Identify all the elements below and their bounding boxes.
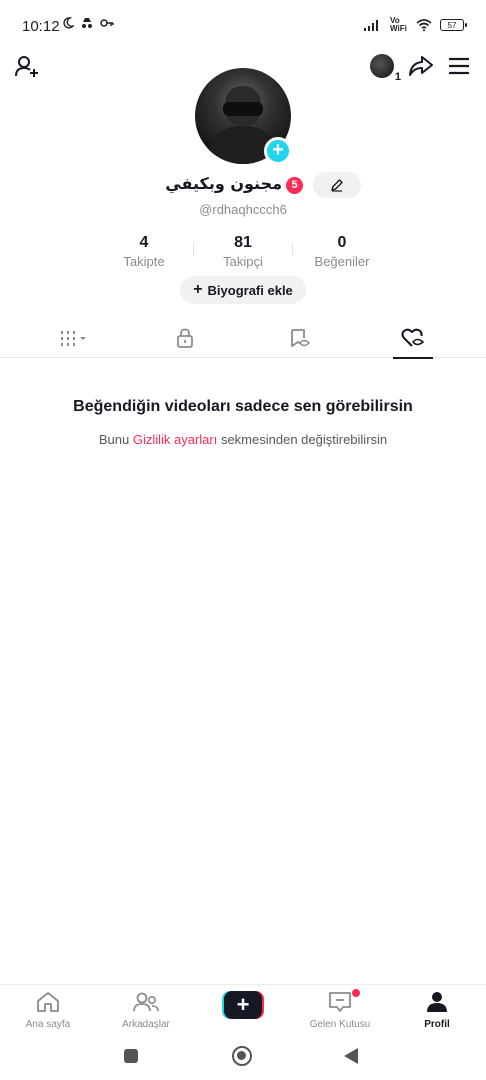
tab-liked[interactable] — [373, 318, 453, 359]
empty-sub-prefix: Bunu — [98, 432, 133, 447]
battery-icon: 57 — [440, 19, 467, 31]
empty-state-subtitle: Bunu Gizlilik ayarları sekmesinden değiş… — [0, 432, 486, 447]
stat-following-label: Takipte — [123, 254, 165, 269]
status-right-icons: Vo WiFi 57 — [364, 16, 467, 33]
add-bio-button[interactable]: + Biyografi ekle — [180, 276, 306, 304]
recents-button[interactable] — [124, 1049, 138, 1063]
create-icon: + — [224, 991, 262, 1019]
nav-profile-label: Profil — [424, 1019, 450, 1030]
vowifi-label: Vo WiFi — [390, 16, 407, 33]
empty-sub-suffix: sekmesinden değiştirebilirsin — [217, 432, 388, 447]
inbox-icon — [329, 992, 351, 1012]
back-button[interactable] — [344, 1048, 358, 1064]
nav-profile[interactable]: Profil — [389, 991, 485, 1030]
battery-level: 57 — [447, 20, 457, 30]
edit-profile-button[interactable] — [313, 172, 361, 198]
status-time: 10:12 — [22, 18, 60, 35]
bookmark-eye-icon — [291, 329, 311, 347]
stat-likes-value: 0 — [337, 234, 347, 251]
nav-inbox[interactable]: Gelen Kutusu — [292, 991, 388, 1030]
system-nav — [0, 1040, 486, 1080]
add-friend-button[interactable] — [14, 54, 40, 85]
grid-filter-icon — [61, 331, 86, 346]
signal-icon — [364, 20, 378, 31]
stat-following-value: 4 — [139, 234, 149, 251]
stat-followers-label: Takipçi — [223, 254, 263, 269]
key-icon — [100, 19, 114, 27]
nav-home-label: Ana sayfa — [25, 1019, 71, 1030]
username: @rdhaqhccch6 — [199, 202, 287, 217]
profile-icon — [427, 992, 447, 1012]
bottom-nav: Ana sayfa Arkadaşlar + Gelen Kutusu Prof… — [0, 984, 486, 1032]
display-name: مجنون وبكيفي — [165, 174, 282, 193]
name-row: مجنون وبكيفي 5 — [0, 172, 486, 200]
stat-likes[interactable]: 0 Beğeniler — [292, 234, 392, 269]
profile-stats: 4 Takipte 81 Takipçi 0 Beğeniler — [0, 234, 486, 274]
name-notification-badge[interactable]: 5 — [286, 177, 303, 194]
nav-friends[interactable]: Arkadaşlar — [98, 991, 194, 1030]
nav-home[interactable]: Ana sayfa — [0, 991, 96, 1030]
plus-icon: + — [193, 281, 203, 298]
account-switch-avatar[interactable]: 1 — [370, 54, 401, 83]
header-actions: 1 — [370, 54, 470, 83]
stat-likes-label: Beğeniler — [314, 254, 370, 269]
moon-icon — [63, 17, 74, 29]
incognito-icon — [82, 18, 92, 28]
status-left-icons — [62, 17, 114, 29]
heart-eye-icon — [401, 328, 425, 347]
lock-icon — [177, 328, 193, 348]
add-avatar-button[interactable]: + — [264, 137, 292, 165]
menu-icon[interactable] — [448, 57, 470, 75]
nav-friends-label: Arkadaşlar — [122, 1019, 170, 1030]
stat-following[interactable]: 4 Takipte — [94, 234, 194, 269]
share-icon[interactable] — [408, 54, 434, 78]
profile-tabs — [0, 318, 486, 359]
create-button[interactable]: + — [222, 991, 264, 1019]
tab-private[interactable] — [145, 318, 225, 358]
pencil-icon — [331, 179, 343, 192]
stat-followers-value: 81 — [234, 234, 252, 251]
tab-videos[interactable] — [34, 318, 114, 358]
wifi-icon — [416, 19, 432, 31]
empty-state-title: Beğendiğin videoları sadece sen görebili… — [73, 398, 413, 415]
nav-inbox-label: Gelen Kutusu — [309, 1019, 371, 1030]
account-count-badge: 1 — [394, 71, 401, 83]
avatar-mask — [223, 102, 263, 116]
friends-icon — [133, 992, 159, 1012]
status-bar: 10:12 Vo WiFi 57 — [0, 0, 486, 50]
home-icon — [37, 992, 59, 1012]
inbox-notification-dot — [352, 989, 360, 997]
tab-saved[interactable] — [260, 318, 340, 358]
add-bio-label: Biyografi ekle — [207, 282, 293, 298]
stat-followers[interactable]: 81 Takipçi — [193, 234, 293, 269]
privacy-settings-link[interactable]: Gizlilik ayarları — [133, 432, 218, 447]
home-button[interactable] — [232, 1046, 252, 1066]
add-user-icon — [15, 56, 38, 77]
